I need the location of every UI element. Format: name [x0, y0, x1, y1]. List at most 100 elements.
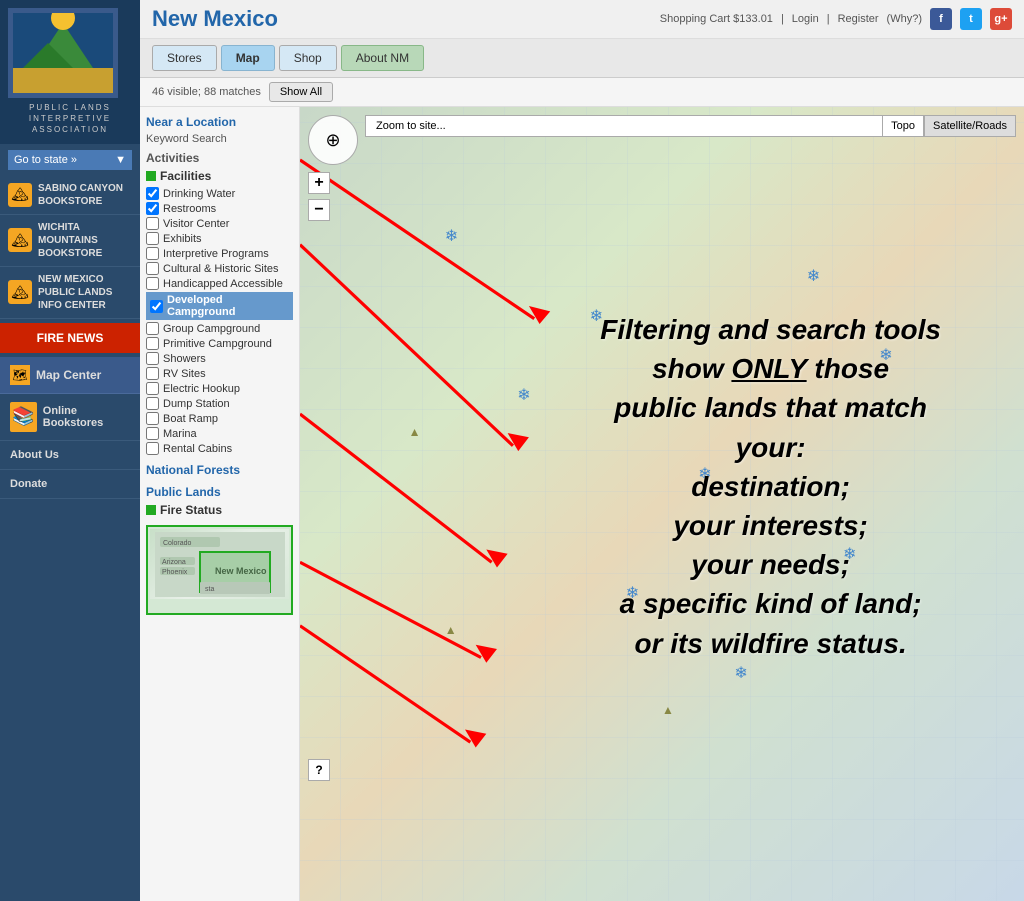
facility-interpretive-programs[interactable]: Interpretive Programs [146, 247, 293, 260]
header-right: Shopping Cart $133.01 | Login | Register… [660, 8, 1012, 30]
primitive-campground-checkbox[interactable] [146, 337, 159, 350]
map-icon-4: ❄ [807, 266, 820, 286]
content-area: Near a Location Keyword Search Activitie… [140, 107, 1024, 901]
bookstores-label: Online Bookstores [43, 405, 130, 429]
help-button[interactable]: ? [308, 759, 330, 781]
store-name-nm: NEW MEXICO PUBLIC LANDS INFO CENTER [38, 273, 132, 312]
register-link[interactable]: Register [838, 13, 879, 25]
bookstores-icon: 📚 [10, 402, 37, 432]
facility-cultural-historic[interactable]: Cultural & Historic Sites [146, 262, 293, 275]
topo-button[interactable]: Topo [882, 115, 924, 137]
map-icon-camp-3: ▲ [662, 703, 674, 717]
show-all-button[interactable]: Show All [269, 82, 333, 102]
rv-sites-checkbox[interactable] [146, 367, 159, 380]
fire-status-dot [146, 505, 156, 515]
navigation-tabs: Stores Map Shop About NM [140, 39, 1024, 78]
national-forests-section[interactable]: National Forests [146, 463, 293, 477]
electric-hookup-checkbox[interactable] [146, 382, 159, 395]
map-icon-3: ❄ [517, 385, 530, 405]
online-bookstores-link[interactable]: 📚 Online Bookstores [0, 394, 140, 441]
svg-text:Phoenix: Phoenix [162, 569, 188, 576]
fire-news-button[interactable]: FIRE NEWS [0, 323, 140, 353]
facility-electric-hookup[interactable]: Electric Hookup [146, 382, 293, 395]
facility-exhibits[interactable]: Exhibits [146, 232, 293, 245]
developed-campground-checkbox[interactable] [150, 300, 163, 313]
facility-rental-cabins[interactable]: Rental Cabins [146, 442, 293, 455]
dump-station-checkbox[interactable] [146, 397, 159, 410]
facility-boat-ramp[interactable]: Boat Ramp [146, 412, 293, 425]
facility-drinking-water[interactable]: Drinking Water [146, 187, 293, 200]
left-filter-panel: Near a Location Keyword Search Activitie… [140, 107, 300, 901]
sidebar-store-wichita[interactable]: 🏔 WICHITA MOUNTAINS BOOKSTORE [0, 215, 140, 267]
marina-checkbox[interactable] [146, 427, 159, 440]
map-icon-9: ❄ [843, 544, 856, 564]
map-icon-8: ❄ [879, 345, 892, 365]
logo-image [8, 8, 118, 98]
keyword-search-link[interactable]: Keyword Search [146, 133, 293, 145]
arrows-overlay [300, 107, 1024, 901]
zoom-out-button[interactable]: − [308, 199, 330, 221]
mini-map[interactable]: Colorado Arizona Phoenix New Mexico sta [146, 525, 293, 615]
cultural-historic-checkbox[interactable] [146, 262, 159, 275]
facility-showers[interactable]: Showers [146, 352, 293, 365]
login-link[interactable]: Login [792, 13, 819, 25]
sidebar-store-nm[interactable]: 🏔 NEW MEXICO PUBLIC LANDS INFO CENTER [0, 267, 140, 319]
boat-ramp-checkbox[interactable] [146, 412, 159, 425]
map-icon-7: ❄ [734, 663, 747, 683]
separator: | [781, 13, 784, 25]
separator2: | [827, 13, 830, 25]
activities-title: Activities [146, 151, 293, 165]
googleplus-icon[interactable]: g+ [990, 8, 1012, 30]
map-icons-layer: ❄ ❄ ❄ ❄ ❄ ❄ ❄ ❄ ❄ ▲ ▲ ▲ [300, 107, 1024, 901]
tab-map[interactable]: Map [221, 45, 275, 71]
drinking-water-checkbox[interactable] [146, 187, 159, 200]
logo-text: PUBLIC LANDS INTERPRETIVE ASSOCIATION [8, 102, 132, 136]
facility-handicapped[interactable]: Handicapped Accessible [146, 277, 293, 290]
facility-dump-station[interactable]: Dump Station [146, 397, 293, 410]
facility-restrooms[interactable]: Restrooms [146, 202, 293, 215]
facility-rv-sites[interactable]: RV Sites [146, 367, 293, 380]
fire-status-item[interactable]: Fire Status [146, 503, 293, 517]
svg-text:Arizona: Arizona [162, 559, 186, 566]
map-icon-5: ❄ [698, 464, 711, 484]
twitter-icon[interactable]: t [960, 8, 982, 30]
zoom-to-site-select[interactable]: Zoom to site... [365, 115, 924, 137]
zoom-in-button[interactable]: + [308, 172, 330, 194]
svg-text:Colorado: Colorado [163, 540, 192, 547]
map-center-button[interactable]: 🗺 Map Center [0, 357, 140, 394]
shopping-cart-link[interactable]: Shopping Cart $133.01 [660, 13, 773, 25]
satellite-roads-button[interactable]: Satellite/Roads [924, 115, 1016, 137]
tab-shop[interactable]: Shop [279, 45, 337, 71]
store-name-sabino: SABINO CANYON BOOKSTORE [38, 182, 132, 208]
sidebar-logo: PUBLIC LANDS INTERPRETIVE ASSOCIATION [0, 0, 140, 144]
handicapped-checkbox[interactable] [146, 277, 159, 290]
rental-cabins-checkbox[interactable] [146, 442, 159, 455]
store-icon-sabino: 🏔 [8, 183, 32, 207]
facility-developed-campground[interactable]: Developed Campground [146, 292, 293, 320]
map-background: ❄ ❄ ❄ ❄ ❄ ❄ ❄ ❄ ❄ ▲ ▲ ▲ [300, 107, 1024, 901]
showers-checkbox[interactable] [146, 352, 159, 365]
near-location-section[interactable]: Near a Location [146, 115, 293, 129]
public-lands-section[interactable]: Public Lands [146, 485, 293, 499]
facility-group-campground[interactable]: Group Campground [146, 322, 293, 335]
store-icon-nm: 🏔 [8, 280, 32, 304]
donate-link[interactable]: Donate [0, 470, 140, 499]
facebook-icon[interactable]: f [930, 8, 952, 30]
sidebar-store-sabino[interactable]: 🏔 SABINO CANYON BOOKSTORE [0, 176, 140, 215]
map-type-buttons: Topo Satellite/Roads [882, 115, 1016, 137]
about-us-link[interactable]: About Us [0, 441, 140, 470]
facility-visitor-center[interactable]: Visitor Center [146, 217, 293, 230]
tab-about-nm[interactable]: About NM [341, 45, 424, 71]
state-select-button[interactable]: Go to state » ▼ [8, 150, 132, 170]
svg-text:New Mexico: New Mexico [215, 566, 267, 576]
interpretive-programs-checkbox[interactable] [146, 247, 159, 260]
visitor-center-checkbox[interactable] [146, 217, 159, 230]
facility-marina[interactable]: Marina [146, 427, 293, 440]
tab-stores[interactable]: Stores [152, 45, 217, 71]
facility-primitive-campground[interactable]: Primitive Campground [146, 337, 293, 350]
exhibits-checkbox[interactable] [146, 232, 159, 245]
sidebar: PUBLIC LANDS INTERPRETIVE ASSOCIATION Go… [0, 0, 140, 901]
group-campground-checkbox[interactable] [146, 322, 159, 335]
navigation-control[interactable]: ⊕ [308, 115, 358, 165]
restrooms-checkbox[interactable] [146, 202, 159, 215]
